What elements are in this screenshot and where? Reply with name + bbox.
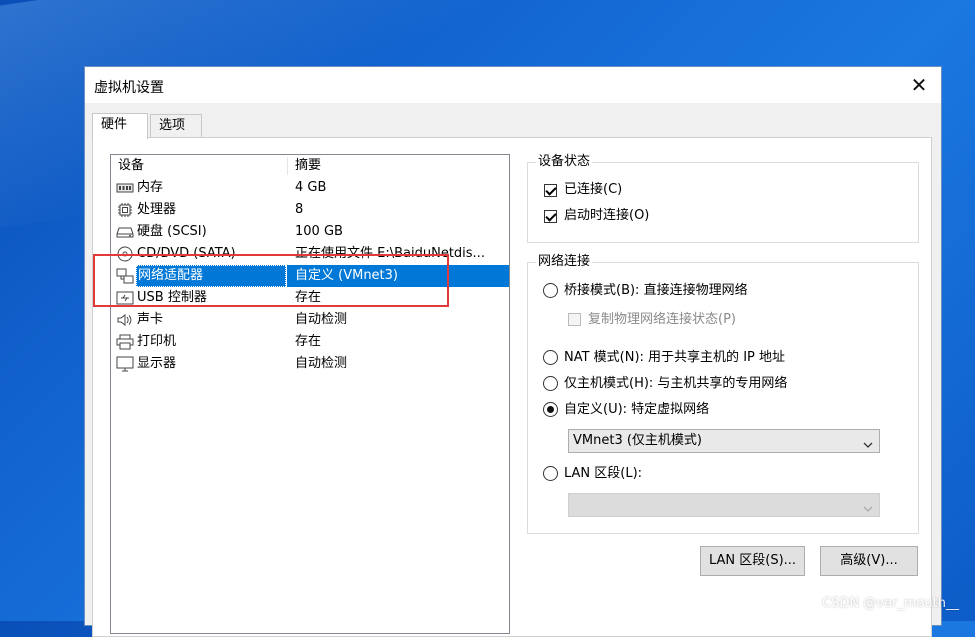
hardware-tab-page: 设备 摘要 内存 4 GB 处理器 8 硬盘 (SCSI) 100 GB CD/… (92, 137, 932, 637)
lan-segment-label[interactable]: LAN 区段(L): (564, 466, 642, 482)
tab-options[interactable]: 选项 (150, 114, 202, 138)
host-only-label[interactable]: 仅主机模式(H): 与主机共享的专用网络 (564, 376, 787, 392)
device-row-processor[interactable]: 处理器 8 (111, 199, 509, 221)
harddisk-icon (116, 224, 134, 240)
device-summary: 自动检测 (295, 356, 348, 371)
device-name: 声卡 (137, 312, 164, 327)
connect-at-power-on-checkbox[interactable] (544, 210, 557, 223)
device-name: 内存 (137, 180, 164, 195)
device-summary: 正在使用文件 E:\BaiduNetdis... (295, 246, 485, 261)
column-header-device[interactable]: 设备 (118, 155, 144, 177)
window-title: 虚拟机设置 (94, 80, 164, 96)
device-name: CD/DVD (SATA) (137, 246, 236, 261)
usb-icon (116, 290, 134, 306)
watermark: CSDN @ver_mouth__ (822, 596, 959, 611)
replicate-state-label[interactable]: 复制物理网络连接状态(P) (588, 312, 736, 328)
device-name: USB 控制器 (137, 290, 207, 305)
title-bar: 虚拟机设置 ✕ (85, 67, 941, 103)
connected-label[interactable]: 已连接(C) (564, 182, 622, 198)
network-connection-title: 网络连接 (536, 254, 593, 270)
connect-at-power-on-label[interactable]: 启动时连接(O) (564, 208, 649, 224)
vm-settings-dialog: 虚拟机设置 ✕ 硬件 选项 设备 摘要 内存 4 GB 处理器 8 硬盘 (SC… (84, 66, 942, 637)
network-connection-group: 网络连接 桥接模式(B): 直接连接物理网络 复制物理网络连接状态(P) NAT… (527, 254, 919, 534)
chevron-down-icon (863, 500, 873, 522)
device-summary: 存在 (295, 290, 322, 305)
device-name: 硬盘 (SCSI) (137, 224, 207, 239)
device-summary: 自动检测 (295, 312, 348, 327)
tab-hardware-label: 硬件 (101, 117, 128, 132)
device-name: 处理器 (137, 202, 177, 217)
lan-segment-radio[interactable] (543, 466, 558, 481)
device-list[interactable]: 设备 摘要 内存 4 GB 处理器 8 硬盘 (SCSI) 100 GB CD/… (110, 154, 510, 634)
custom-network-select[interactable]: VMnet3 (仅主机模式) (568, 429, 880, 453)
device-row-usb[interactable]: USB 控制器 存在 (111, 287, 509, 309)
cpu-icon (116, 202, 134, 218)
device-summary: 自定义 (VMnet3) (287, 265, 509, 287)
device-row-network-adapter[interactable]: 网络适配器 自定义 (VMnet3) (111, 265, 509, 287)
column-separator[interactable] (287, 157, 288, 175)
lan-segment-select[interactable] (568, 493, 880, 517)
device-summary: 存在 (295, 334, 322, 349)
custom-network-value: VMnet3 (仅主机模式) (573, 433, 702, 448)
custom-label[interactable]: 自定义(U): 特定虚拟网络 (564, 402, 709, 418)
device-row-display[interactable]: 显示器 自动检测 (111, 353, 509, 375)
chevron-down-icon (863, 436, 873, 458)
device-row-sound[interactable]: 声卡 自动检测 (111, 309, 509, 331)
device-row-harddisk[interactable]: 硬盘 (SCSI) 100 GB (111, 221, 509, 243)
tab-hardware[interactable]: 硬件 (92, 113, 148, 139)
cd-dvd-icon (116, 246, 134, 262)
printer-icon (116, 334, 134, 350)
device-name: 打印机 (137, 334, 177, 349)
host-only-radio[interactable] (543, 376, 558, 391)
bridged-label[interactable]: 桥接模式(B): 直接连接物理网络 (564, 283, 748, 299)
device-list-header: 设备 摘要 (111, 155, 509, 177)
tab-options-label: 选项 (159, 118, 186, 133)
device-row-printer[interactable]: 打印机 存在 (111, 331, 509, 353)
device-summary: 8 (295, 202, 304, 217)
custom-radio[interactable] (543, 402, 558, 417)
device-row-memory[interactable]: 内存 4 GB (111, 177, 509, 199)
memory-icon (116, 180, 134, 196)
nat-radio[interactable] (543, 350, 558, 365)
monitor-icon (116, 356, 134, 372)
device-row-cd-dvd[interactable]: CD/DVD (SATA) 正在使用文件 E:\BaiduNetdis... (111, 243, 509, 265)
close-button[interactable]: ✕ (907, 73, 931, 97)
connected-checkbox[interactable] (544, 184, 557, 197)
device-status-title: 设备状态 (536, 154, 593, 170)
column-header-summary[interactable]: 摘要 (295, 155, 507, 177)
device-summary: 100 GB (295, 224, 343, 239)
advanced-button[interactable]: 高级(V)... (820, 546, 918, 576)
close-icon: ✕ (910, 73, 928, 97)
device-name: 显示器 (137, 356, 177, 371)
lan-segments-button[interactable]: LAN 区段(S)... (700, 546, 805, 576)
network-adapter-icon (116, 268, 134, 284)
replicate-state-checkbox[interactable] (568, 313, 581, 326)
bridged-radio[interactable] (543, 283, 558, 298)
device-summary: 4 GB (295, 180, 327, 195)
device-status-group: 设备状态 已连接(C) 启动时连接(O) (527, 154, 919, 243)
speaker-icon (116, 312, 134, 328)
nat-label[interactable]: NAT 模式(N): 用于共享主机的 IP 地址 (564, 350, 785, 366)
device-name: 网络适配器 (136, 265, 286, 287)
